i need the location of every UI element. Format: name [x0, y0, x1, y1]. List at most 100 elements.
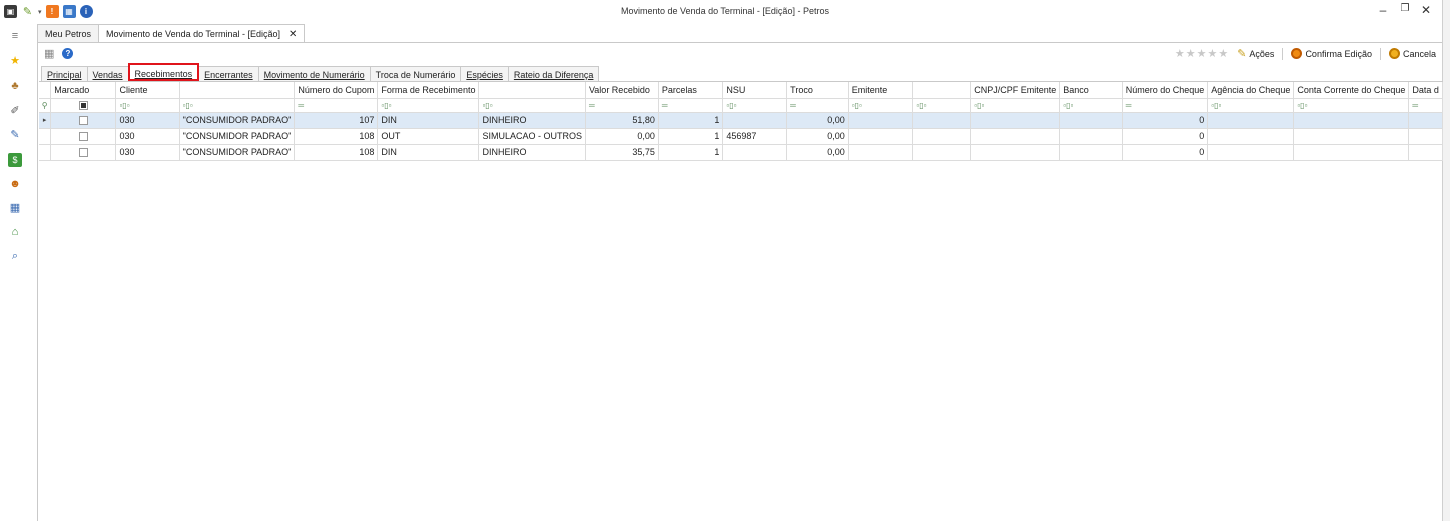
tab-movimento-numerario[interactable]: Movimento de Numerário [257, 66, 371, 81]
grid-view-icon[interactable]: ▦ [44, 47, 54, 60]
conta-cell[interactable] [1293, 128, 1410, 145]
column-header[interactable]: Troco [786, 82, 849, 99]
column-header[interactable]: Agência do Cheque [1207, 82, 1295, 99]
data-cell[interactable] [1408, 128, 1443, 145]
filter-cell[interactable]: ═ [585, 98, 659, 113]
filter-cell[interactable]: ▫▯▫ [179, 98, 296, 113]
filter-cell[interactable]: ▫▯▫ [722, 98, 788, 113]
cupom-cell[interactable]: 108 [294, 128, 379, 145]
forma-cell[interactable]: OUT [377, 128, 480, 145]
cliente-cell[interactable]: 030 [115, 144, 180, 161]
parcelas-cell[interactable]: 1 [658, 112, 724, 129]
emitente-nome-cell[interactable] [912, 144, 972, 161]
tab-recebimentos[interactable]: Recebimentos [127, 63, 200, 81]
cupom-cell[interactable]: 108 [294, 144, 379, 161]
cheque-cell[interactable]: 0 [1122, 128, 1209, 145]
filter-cell[interactable]: ═ [1122, 98, 1209, 113]
filter-cell[interactable]: ═ [658, 98, 724, 113]
people-icon[interactable]: ♣ [8, 79, 22, 93]
filter-cell[interactable]: ▫▯▫ [1207, 98, 1295, 113]
filter-cell[interactable]: ▫▯▫ [115, 98, 180, 113]
row-checkbox[interactable] [78, 148, 88, 158]
column-header[interactable] [179, 82, 296, 99]
cheque-cell[interactable]: 0 [1122, 144, 1209, 161]
column-header[interactable]: CNPJ/CPF Emitente [970, 82, 1061, 99]
nsu-cell[interactable] [722, 112, 788, 129]
emitente-cell[interactable] [848, 128, 914, 145]
filter-checkbox[interactable] [78, 100, 88, 110]
column-header[interactable]: Parcelas [658, 82, 724, 99]
column-header[interactable]: Número do Cheque [1122, 82, 1209, 99]
data-cell[interactable] [1408, 112, 1443, 129]
favorites-star-icon[interactable]: ★ [8, 54, 22, 68]
valor-cell[interactable]: 0,00 [585, 128, 659, 145]
row-checkbox[interactable] [78, 132, 88, 142]
cupom-cell[interactable]: 107 [294, 112, 379, 129]
nsu-cell[interactable]: 456987 [722, 128, 788, 145]
troco-cell[interactable]: 0,00 [786, 128, 849, 145]
column-header[interactable]: Emitente [848, 82, 914, 99]
cnpj-cell[interactable] [970, 112, 1061, 129]
cnpj-cell[interactable] [970, 144, 1061, 161]
forma-cell[interactable]: DIN [377, 144, 480, 161]
cnpj-cell[interactable] [970, 128, 1061, 145]
troco-cell[interactable]: 0,00 [786, 144, 849, 161]
nome-cell[interactable]: "CONSUMIDOR PADRAO" [179, 112, 296, 129]
data-cell[interactable] [1408, 144, 1443, 161]
tab-rateio-diferenca[interactable]: Rateio da Diferença [507, 66, 600, 81]
filter-cell[interactable]: ═ [294, 98, 379, 113]
marcado-cell[interactable] [50, 112, 117, 129]
confirma-edicao-button[interactable]: Confirma Edição [1291, 48, 1372, 59]
emitente-cell[interactable] [848, 144, 914, 161]
column-header[interactable]: Forma de Recebimento [377, 82, 480, 99]
restore-button[interactable]: ❐ [1396, 3, 1414, 14]
column-header[interactable]: Conta Corrente do Cheque [1293, 82, 1410, 99]
filter-cell[interactable]: ▫▯▫ [478, 98, 586, 113]
cheque-cell[interactable]: 0 [1122, 112, 1209, 129]
menu-icon[interactable]: ≡ [8, 29, 22, 43]
tab-vendas[interactable]: Vendas [86, 66, 129, 81]
cliente-cell[interactable]: 030 [115, 128, 180, 145]
banco-cell[interactable] [1059, 128, 1123, 145]
home-icon[interactable]: ⌂ [8, 225, 22, 239]
close-window-button[interactable]: ✕ [1417, 3, 1435, 17]
tools-icon[interactable]: ✐ [8, 104, 22, 118]
marcado-cell[interactable] [50, 128, 117, 145]
wrench-icon[interactable]: ✎ [8, 128, 22, 142]
banco-cell[interactable] [1059, 112, 1123, 129]
tab-principal[interactable]: Principal [41, 66, 88, 81]
filter-cell[interactable]: ▫▯▫ [1059, 98, 1123, 113]
emitente-cell[interactable] [848, 112, 914, 129]
tab-especies[interactable]: Espécies [460, 66, 509, 81]
column-header[interactable]: Banco [1059, 82, 1123, 99]
agencia-cell[interactable] [1207, 144, 1295, 161]
tab-encerrantes[interactable]: Encerrantes [198, 66, 259, 81]
column-header[interactable]: Cliente [115, 82, 180, 99]
agencia-cell[interactable] [1207, 112, 1295, 129]
column-header[interactable] [478, 82, 586, 99]
filter-cell[interactable]: ▫▯▫ [377, 98, 480, 113]
table-row[interactable]: 030 "CONSUMIDOR PADRAO" 108 OUT SIMULACA… [39, 128, 1443, 145]
column-header[interactable]: Valor Recebido [585, 82, 659, 99]
column-header[interactable] [912, 82, 972, 99]
column-header[interactable]: Data d [1408, 82, 1443, 99]
descricao-cell[interactable]: SIMULACAO - OUTROS [478, 128, 586, 145]
filter-cell[interactable]: ▫▯▫ [848, 98, 914, 113]
filter-cell[interactable]: ═ [1408, 98, 1443, 113]
descricao-cell[interactable]: DINHEIRO [478, 112, 586, 129]
troco-cell[interactable]: 0,00 [786, 112, 849, 129]
row-checkbox[interactable] [78, 116, 88, 126]
agencia-cell[interactable] [1207, 128, 1295, 145]
column-header[interactable]: Marcado [50, 82, 117, 99]
filter-cell-marcado[interactable] [50, 98, 117, 113]
column-header[interactable]: Número do Cupom [294, 82, 379, 99]
parcelas-cell[interactable]: 1 [658, 128, 724, 145]
conta-cell[interactable] [1293, 112, 1410, 129]
help-icon[interactable]: ? [62, 48, 74, 59]
search-report-icon[interactable]: ⌕ [8, 249, 22, 263]
close-tab-icon[interactable]: ✕ [289, 29, 297, 40]
nome-cell[interactable]: "CONSUMIDOR PADRAO" [179, 128, 296, 145]
rating-stars[interactable]: ★★★★★ [1175, 47, 1229, 60]
tab-troca-numerario[interactable]: Troca de Numerário [369, 66, 462, 81]
nsu-cell[interactable] [722, 144, 788, 161]
